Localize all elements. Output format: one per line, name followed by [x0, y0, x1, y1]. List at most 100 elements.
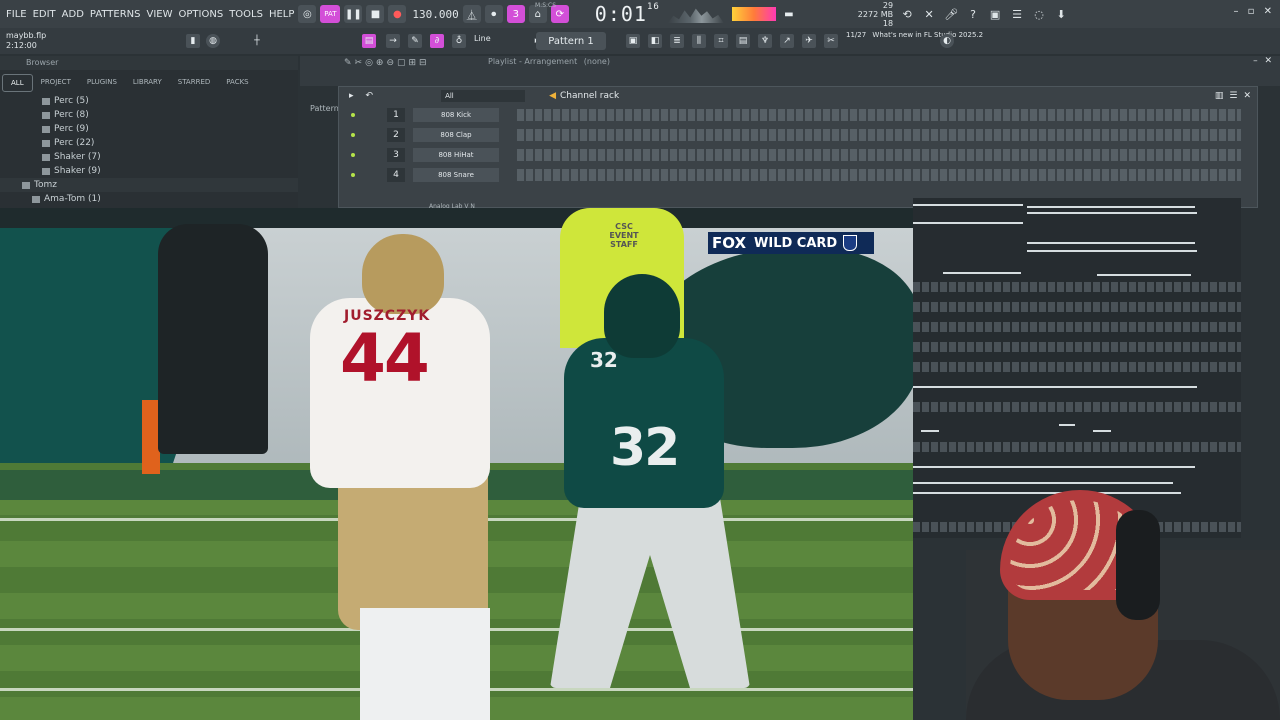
- time-display[interactable]: 0:0116: [595, 2, 660, 26]
- arrow-icon[interactable]: →: [386, 34, 400, 48]
- rack-graph-icon[interactable]: ▥: [1215, 91, 1224, 101]
- news-text: What's new in FL Studio 2025.2: [872, 31, 984, 39]
- tree-item[interactable]: Perc (5): [0, 94, 298, 108]
- close-icon[interactable]: ✕: [1264, 56, 1272, 66]
- channel-number[interactable]: 1: [387, 108, 405, 122]
- step-row[interactable]: [913, 442, 1241, 452]
- mixer-icon[interactable]: ☰: [1009, 6, 1025, 22]
- toolbar-icon-b[interactable]: ◧: [648, 34, 662, 48]
- minimize-icon[interactable]: –: [1233, 6, 1238, 17]
- tree-item[interactable]: Ama-Tom (1): [0, 192, 298, 206]
- browser-tab-plugins[interactable]: PLUGINS: [79, 74, 125, 92]
- chat-icon[interactable]: ◌: [1031, 6, 1047, 22]
- draw-icon[interactable]: ✎: [408, 34, 422, 48]
- countdown-icon[interactable]: 3: [506, 5, 525, 23]
- toolbar-icon-f[interactable]: ▤: [736, 34, 750, 48]
- menu-file[interactable]: FILE: [6, 9, 27, 20]
- browser-tab-packs[interactable]: PACKS: [218, 74, 256, 92]
- menu-tools[interactable]: TOOLS: [229, 9, 263, 20]
- browser-tab-library[interactable]: LIBRARY: [125, 74, 170, 92]
- master-pitch-icon[interactable]: ▬: [780, 5, 798, 23]
- rack-undo-icon[interactable]: ↶: [366, 91, 374, 101]
- stop-button[interactable]: ■: [366, 5, 385, 23]
- browser-tab-project[interactable]: PROJECT: [33, 74, 79, 92]
- channel-filter-select[interactable]: All: [441, 90, 526, 102]
- panic-icon[interactable]: ✕: [921, 6, 937, 22]
- channel-led[interactable]: [351, 133, 355, 137]
- restore-icon[interactable]: ▫: [1248, 6, 1255, 17]
- step-sequencer[interactable]: [517, 129, 1241, 141]
- news-open-icon[interactable]: ◐: [940, 34, 954, 48]
- toolbar-icon-a[interactable]: ▣: [626, 34, 640, 48]
- menu-help[interactable]: HELP: [269, 9, 294, 20]
- tempo-display[interactable]: 130.000: [412, 8, 458, 21]
- toolbar-icon-c[interactable]: ≣: [670, 34, 684, 48]
- menu-edit[interactable]: EDIT: [33, 9, 56, 20]
- menu-add[interactable]: ADD: [62, 9, 84, 20]
- channel-led[interactable]: [351, 113, 355, 117]
- step-sequencer[interactable]: [517, 109, 1241, 121]
- pitch-slider-icon[interactable]: ┼: [250, 34, 264, 48]
- minimize-icon[interactable]: –: [1253, 56, 1258, 66]
- tree-item[interactable]: Shaker (9): [0, 164, 298, 178]
- rack-close-icon[interactable]: ✕: [1243, 91, 1251, 101]
- step-row[interactable]: [913, 342, 1241, 352]
- channel-led[interactable]: [351, 173, 355, 177]
- step-row[interactable]: [913, 282, 1241, 292]
- toolbar-icon-h[interactable]: ✈: [802, 34, 816, 48]
- menu-patterns[interactable]: PATTERNS: [90, 9, 141, 20]
- toolbar-icon-i[interactable]: ✂: [824, 34, 838, 48]
- channel-name-button[interactable]: 808 HiHat: [413, 148, 499, 162]
- step-sequencer[interactable]: [517, 169, 1241, 181]
- help-icon[interactable]: ?: [965, 6, 981, 22]
- tree-item[interactable]: Shaker (7): [0, 150, 298, 164]
- snap-icon[interactable]: ▮: [186, 34, 200, 48]
- channel-number[interactable]: 2: [387, 128, 405, 142]
- channel-name-button[interactable]: 808 Clap: [413, 128, 499, 142]
- pat-song-toggle[interactable]: PAT: [320, 5, 341, 23]
- tree-item[interactable]: Perc (9): [0, 122, 298, 136]
- download-icon[interactable]: ⬇: [1053, 6, 1069, 22]
- reset-icon[interactable]: ⟲: [899, 6, 915, 22]
- paint-icon[interactable]: ∂: [430, 34, 444, 48]
- menu-options[interactable]: OPTIONS: [179, 9, 224, 20]
- browser-tab-starred[interactable]: STARRED: [170, 74, 219, 92]
- master-knob-icon[interactable]: ◎: [298, 5, 317, 23]
- step-row[interactable]: [913, 302, 1241, 312]
- save-icon[interactable]: ▣: [987, 6, 1003, 22]
- toolbar-icon-g[interactable]: ↗: [780, 34, 794, 48]
- step-row[interactable]: [913, 362, 1241, 372]
- close-icon[interactable]: ✕: [1264, 6, 1272, 17]
- main-volume-knob-icon[interactable]: ◍: [206, 34, 220, 48]
- stamp-icon[interactable]: ♁: [452, 34, 466, 48]
- mic-icon[interactable]: 🎤︎: [943, 6, 959, 22]
- menu-view[interactable]: VIEW: [147, 9, 173, 20]
- rack-play-icon[interactable]: ▸: [349, 91, 354, 101]
- channel-number[interactable]: 4: [387, 168, 405, 182]
- plugin-icon[interactable]: ♆: [758, 34, 772, 48]
- browser-tab-all[interactable]: ALL: [2, 74, 33, 92]
- channel-number[interactable]: 3: [387, 148, 405, 162]
- step-sequencer[interactable]: [517, 149, 1241, 161]
- pattern-selector[interactable]: Pattern 1: [536, 32, 606, 50]
- toolbar-icon-e[interactable]: ⌗: [714, 34, 728, 48]
- metronome-icon[interactable]: ⏅: [462, 5, 481, 23]
- step-row[interactable]: [913, 402, 1241, 412]
- pause-button[interactable]: ❚❚: [344, 5, 363, 23]
- toolbar-icon-d[interactable]: ⫼: [692, 34, 706, 48]
- channel-led[interactable]: [351, 153, 355, 157]
- tree-item[interactable]: Perc (22): [0, 136, 298, 150]
- step-row[interactable]: [913, 322, 1241, 332]
- rack-menu-icon[interactable]: ☰: [1229, 91, 1237, 101]
- channel-name-button[interactable]: 808 Kick: [413, 108, 499, 122]
- wait-input-icon[interactable]: ⏺: [484, 5, 503, 23]
- news-panel[interactable]: 11/27 What's new in FL Studio 2025.2: [846, 31, 983, 40]
- record-button[interactable]: ●: [388, 5, 407, 23]
- tree-folder[interactable]: Tomz: [0, 178, 298, 192]
- playlist-pattern[interactable]: (none): [584, 57, 610, 66]
- tree-item[interactable]: Perc (8): [0, 108, 298, 122]
- tree-item-label: Perc (22): [54, 138, 95, 148]
- line-mode-select[interactable]: Line: [474, 34, 491, 43]
- channel-name-button[interactable]: 808 Snare: [413, 168, 499, 182]
- pattern-picker-icon[interactable]: ▤: [362, 34, 376, 48]
